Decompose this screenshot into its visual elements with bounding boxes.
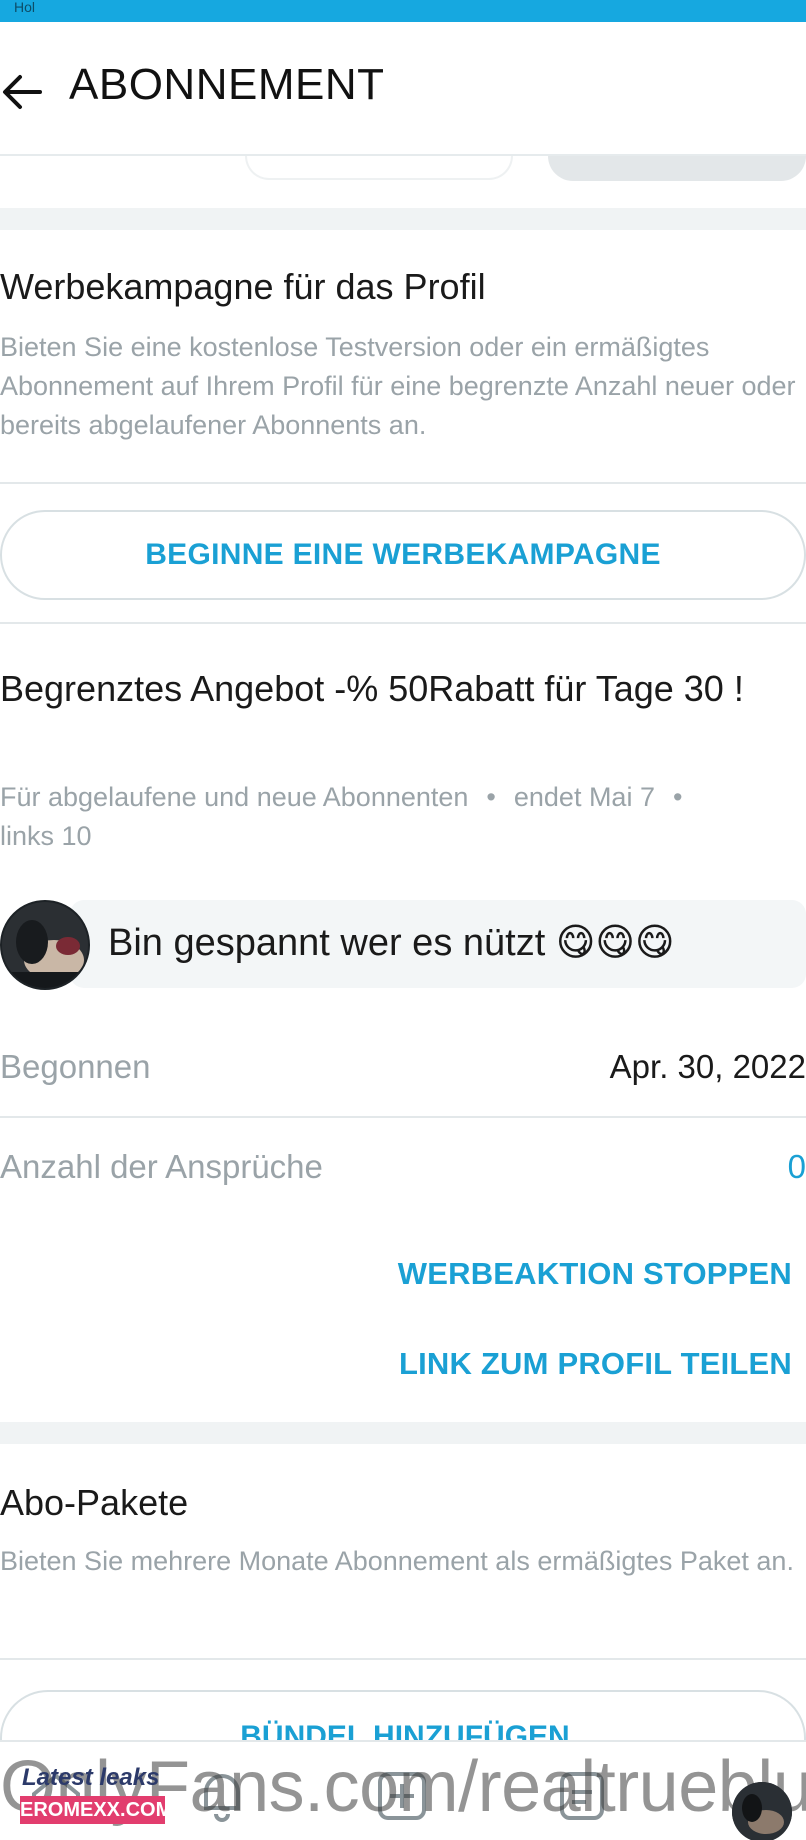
start-campaign-button[interactable]: BEGINNE EINE WERBEKAMPAGNE [0, 510, 806, 600]
share-profile-link[interactable]: LINK ZUM PROFIL TEILEN [399, 1346, 792, 1382]
divider [0, 622, 806, 624]
bundles-description: Bieten Sie mehrere Monate Abonnement als… [0, 1546, 794, 1576]
campaign-description: Bieten Sie eine kostenlose Testversion o… [0, 332, 796, 440]
stop-promotion-link[interactable]: WERBEAKTION STOPPEN [398, 1256, 792, 1292]
meta-separator: • [672, 782, 683, 812]
divider [0, 1116, 806, 1118]
watermark-badge-line1: Latest leaks [22, 1764, 160, 1791]
tab-peek-left[interactable] [245, 156, 513, 180]
campaign-title: Werbekampagne für das Profil [0, 266, 486, 307]
tab-peek-right[interactable] [548, 156, 806, 181]
started-label: Begonnen [0, 1048, 151, 1085]
divider [0, 1658, 806, 1660]
section-gap [0, 1422, 806, 1444]
back-arrow-icon[interactable] [0, 70, 44, 114]
carrier-label: Hol [14, 0, 36, 15]
offer-meta: Für abgelaufene und neue Abonnenten • ende… [0, 778, 806, 856]
watermark-badge: Latest leaks EROMEXX.COM [20, 1764, 172, 1826]
meta-separator: • [486, 782, 496, 812]
started-value: Apr. 30, 2022 [609, 1048, 806, 1085]
page-title: ABONNEMENT [69, 60, 385, 109]
bundles-title: Abo-Pakete [0, 1482, 189, 1523]
offer-message: Bin gespannt wer es nützt 😋😋😋 [108, 922, 675, 964]
profile-avatar[interactable] [732, 1782, 792, 1840]
offer-ends: endet Mai 7 [513, 782, 655, 812]
section-gap [0, 208, 806, 230]
offer-title: Begrenztes Angebot -% 50Rabatt für Tage … [0, 668, 744, 709]
avatar[interactable] [0, 900, 90, 990]
claims-label: Anzahl der Ansprüche [0, 1148, 323, 1185]
offer-links-left: links 10 [0, 821, 92, 851]
divider [0, 482, 806, 484]
claims-value: 0 [787, 1148, 806, 1185]
watermark-badge-line2: EROMEXX.COM [20, 1796, 172, 1824]
app-header: ABONNEMENT [0, 22, 806, 156]
status-bar: Hol [0, 0, 806, 22]
offer-audience: Für abgelaufene und neue Abonnenten [0, 782, 469, 812]
